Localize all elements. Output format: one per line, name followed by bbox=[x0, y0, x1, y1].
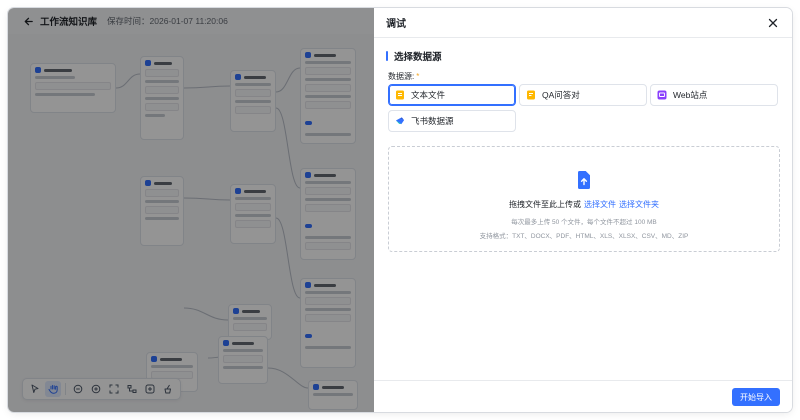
upload-file-icon bbox=[576, 171, 592, 189]
datasource-label: 数据源: * bbox=[388, 71, 419, 82]
drawer-header: 调试 bbox=[374, 8, 792, 38]
qa-file-icon bbox=[526, 90, 536, 100]
upload-formats-hint: 支持格式：TXT、DOCX、PDF、HTML、XLS、XLSX、CSV、MD、Z… bbox=[479, 233, 689, 240]
drawer-title: 调试 bbox=[386, 19, 406, 30]
datasource-label-text: 数据源: bbox=[388, 72, 415, 81]
upload-main-text: 拖拽文件至此上传或 选择文件 选择文件夹 bbox=[509, 199, 659, 210]
datasource-option-text-file[interactable]: 文本文件 bbox=[388, 84, 516, 106]
modal-overlay[interactable] bbox=[8, 8, 374, 412]
close-icon[interactable] bbox=[766, 16, 780, 30]
datasource-option-label: QA问答对 bbox=[542, 90, 580, 100]
upload-dropzone[interactable]: 拖拽文件至此上传或 选择文件 选择文件夹 每次最多上传 50 个文件，每个文件不超过… bbox=[388, 146, 780, 252]
drawer-footer: 开始导入 bbox=[374, 380, 792, 412]
section-title-bar bbox=[386, 51, 388, 61]
upload-drag-text: 拖拽文件至此上传或 bbox=[509, 200, 581, 209]
required-mark: * bbox=[416, 72, 420, 81]
select-folder-link[interactable]: 选择文件夹 bbox=[619, 200, 659, 209]
text-file-icon bbox=[395, 90, 405, 100]
datasource-option-web[interactable]: Web站点 bbox=[650, 84, 778, 106]
start-import-button[interactable]: 开始导入 bbox=[732, 388, 780, 406]
datasource-option-qa[interactable]: QA问答对 bbox=[519, 84, 647, 106]
datasource-option-label: Web站点 bbox=[673, 90, 708, 100]
section-title-text: 选择数据源 bbox=[394, 52, 442, 63]
debug-drawer: 调试 选择数据源 数据源: * 文本文件 QA问答对 Web站点 飞书数据源 拖… bbox=[374, 8, 792, 412]
datasource-option-label: 飞书数据源 bbox=[411, 116, 454, 126]
upload-limit-hint: 每次最多上传 50 个文件，每个文件不超过 100 MB bbox=[511, 219, 657, 226]
datasource-option-feishu[interactable]: 飞书数据源 bbox=[388, 110, 516, 132]
feishu-icon bbox=[395, 116, 405, 126]
section-title: 选择数据源 bbox=[386, 49, 442, 63]
workflow-canvas: 工作流知识库 保存时间：2026-01-07 11:20:06 bbox=[8, 8, 374, 412]
datasource-option-label: 文本文件 bbox=[411, 90, 446, 100]
app-window: 工作流知识库 保存时间：2026-01-07 11:20:06 调试 选择数据源… bbox=[8, 8, 792, 412]
web-site-icon bbox=[657, 90, 667, 100]
select-file-link[interactable]: 选择文件 bbox=[584, 200, 616, 209]
